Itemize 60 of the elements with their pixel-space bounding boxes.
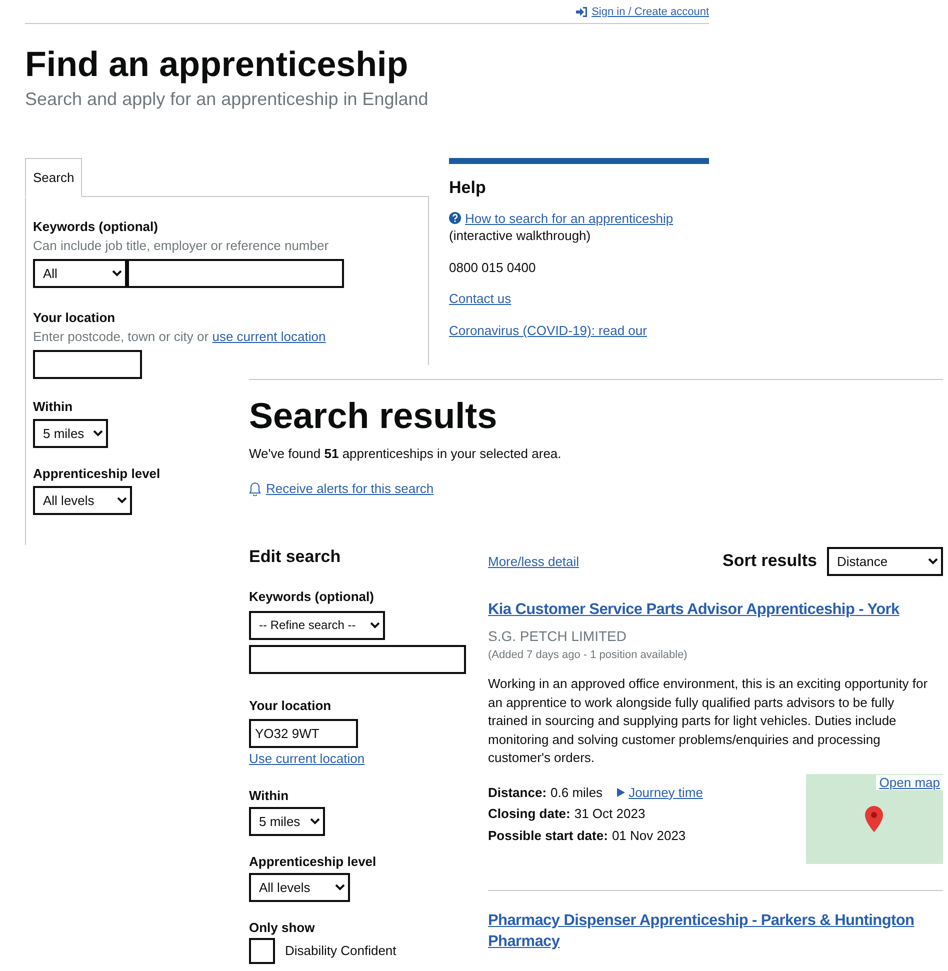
help-icon bbox=[449, 212, 461, 224]
walkthrough-link[interactable]: How to search for an apprenticeship bbox=[465, 210, 674, 228]
bell-icon bbox=[249, 482, 261, 496]
level-select[interactable]: All levels bbox=[33, 486, 132, 514]
fact-value: 01 Nov 2023 bbox=[612, 826, 686, 845]
fact-label: Distance: bbox=[488, 784, 547, 802]
field-label: Your location bbox=[249, 698, 332, 712]
field-label: Keywords (optional) bbox=[249, 588, 375, 604]
page-subtitle: Search and apply for an apprenticeship in England bbox=[25, 88, 430, 110]
results-title: Search results bbox=[249, 398, 498, 434]
results-summary: We've found 51 apprenticeships in your selected area. bbox=[249, 446, 562, 461]
field-label: Only show bbox=[249, 920, 316, 934]
checkbox-label: Disability Confident bbox=[285, 943, 396, 958]
phone-number: 0800 015 0400 bbox=[449, 258, 537, 276]
current-location-link[interactable]: use current location bbox=[212, 328, 326, 344]
within-select[interactable]: 5 miles bbox=[33, 418, 108, 448]
help-title: Help bbox=[449, 178, 487, 198]
fact-label: Possible start date: bbox=[488, 826, 608, 845]
field-label: Your location bbox=[33, 310, 116, 324]
sort-label: Sort results bbox=[722, 551, 817, 571]
field-hint: Enter postcode, town or city or use current location bbox=[33, 328, 327, 344]
refine-select[interactable]: -- Refine search -- bbox=[249, 610, 385, 640]
employer-name: S.G. PETCH LIMITED bbox=[488, 628, 628, 644]
checkbox[interactable] bbox=[249, 938, 275, 964]
vacancy-description: Working in an approved office environment, this is an exciting opportunity for an apprentice to work alongside fully qualified parts advisors to be fully trained in sourcing and supplying parts for light vehicles. Duties include monitoring and solving customer problems/enquiries and processing customer's orders. bbox=[488, 675, 929, 768]
triangle-icon bbox=[616, 788, 625, 798]
field-label: Within bbox=[33, 398, 74, 414]
vacancy-meta: (Added 7 days ago - 1 position available) bbox=[488, 649, 688, 662]
open-map-link[interactable]: Open map bbox=[876, 774, 943, 790]
within-select[interactable]: 5 miles bbox=[249, 806, 325, 836]
vacancy-title-link[interactable]: Pharmacy Dispenser Apprenticeship - Parkers & Huntington Pharmacy bbox=[488, 910, 943, 953]
page-title: Find an apprenticeship bbox=[25, 46, 410, 84]
fact-label: Closing date: bbox=[488, 805, 570, 824]
keywords-input[interactable] bbox=[127, 258, 344, 288]
search-tab[interactable]: Search bbox=[25, 158, 82, 196]
sign-in-link[interactable]: Sign in / Create account bbox=[576, 6, 709, 18]
covid-guidance-link[interactable]: Coronavirus (COVID-19): read our bbox=[449, 322, 647, 340]
more-less-detail-link[interactable]: More/less detail bbox=[488, 554, 580, 568]
journey-time-link[interactable]: Journey time bbox=[628, 782, 703, 804]
field-hint: Can include job title, employer or reference number bbox=[33, 238, 330, 252]
map-pin-icon bbox=[864, 806, 884, 832]
fact-value: 31 Oct 2023 bbox=[574, 805, 646, 824]
field-label: Keywords (optional) bbox=[33, 218, 159, 234]
field-label: Apprenticeship level bbox=[33, 466, 162, 480]
fact-value: 0.6 miles bbox=[550, 784, 603, 802]
edit-search-title: Edit search bbox=[249, 546, 342, 566]
help-text: How to search for an apprenticeship (interactive walkthrough) bbox=[449, 210, 674, 245]
keywords-input[interactable] bbox=[249, 644, 466, 674]
field-label: Apprenticeship level bbox=[249, 854, 378, 868]
location-input[interactable]: YO32 9WT bbox=[249, 718, 358, 748]
location-input[interactable] bbox=[33, 350, 142, 378]
sort-select[interactable]: Distance bbox=[827, 546, 943, 576]
level-select[interactable]: All levels bbox=[249, 872, 350, 902]
contact-link[interactable]: Contact us bbox=[449, 290, 512, 308]
sign-in-icon bbox=[576, 7, 587, 17]
alerts-link[interactable]: Receive alerts for this search bbox=[249, 481, 434, 496]
current-location-link[interactable]: Use current location bbox=[249, 750, 365, 766]
vacancy-title-link[interactable]: Kia Customer Service Parts Advisor Apprenticeship - York bbox=[488, 600, 943, 620]
category-select[interactable]: All bbox=[33, 258, 127, 288]
field-label: Within bbox=[249, 788, 290, 802]
